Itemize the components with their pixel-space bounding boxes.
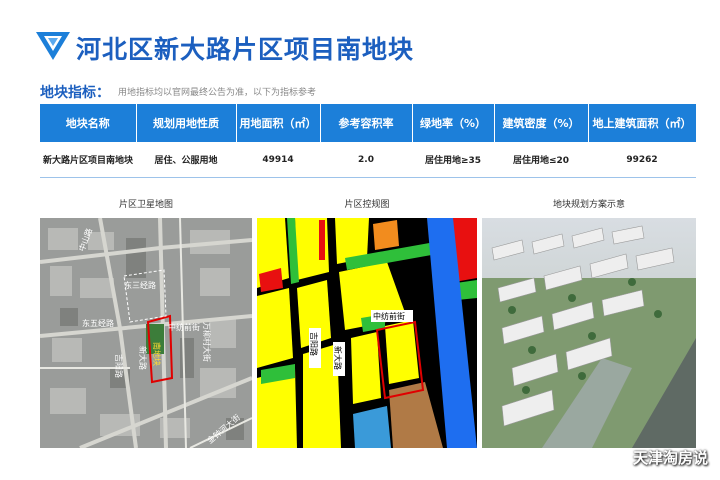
page-title: 河北区新大路片区项目南地块 [76,35,415,64]
chevron-down-icon [36,32,70,60]
watermark: 天津淘房说 [632,449,708,467]
control-plan-map: 中纺前街 吉阳路 新大路 [257,218,477,448]
page-header: 河北区新大路片区项目南地块 [36,28,696,68]
table-cell: 49914 [236,142,320,178]
table-header-cell: 建筑密度（%） [494,104,589,142]
map-label: 东三经路 [124,280,156,290]
indicator-title: 地块指标： [40,85,110,101]
map-label: 万柳村大街 [202,322,212,362]
table-cell: 居住、公服用地 [136,142,236,178]
map-label: 新大路 [138,346,148,370]
satellite-caption: 片区卫星地图 [118,200,173,210]
table-cell: 居住用地≤20 [494,142,588,178]
table-header-cell: 规划用地性质 [136,104,237,142]
indicator-section: 地块指标： 用地指标均以官网最终公告为准，以下为指标参考 [40,82,700,104]
map-label: 中纺前街 [168,322,200,332]
control-caption: 片区控规图 [344,200,390,210]
table-header-row: 地块名称 规划用地性质 用地面积（㎡） 参考容积率 绿地率（%） 建筑密度（%）… [40,104,697,142]
table-cell: 新大路片区项目南地块 [40,142,136,178]
map-label: 南地块 [152,342,162,366]
table-header-cell: 用地面积（㎡） [236,104,321,142]
rendering-image [482,218,696,448]
map-label: 中纺前街 [373,311,405,321]
table-row: 新大路片区项目南地块 居住、公服用地 49914 2.0 居住用地≥35 居住用… [40,142,696,178]
table-header-cell: 绿地率（%） [412,104,495,142]
table-cell: 2.0 [320,142,412,178]
table-header-cell: 地块名称 [40,104,137,142]
table-header-cell: 参考容积率 [320,104,413,142]
satellite-map: 中山路 东三经路 东五经路 中纺前街 万柳村大街 新大路 吉阳路 南地块 金钟河… [40,218,252,448]
rendering-caption: 地块规划方案示意 [552,200,625,210]
indicator-table: 地块名称 规划用地性质 用地面积（㎡） 参考容积率 绿地率（%） 建筑密度（%）… [40,104,697,178]
map-label: 吉阳路 [309,332,319,356]
map-label: 新大路 [333,346,343,370]
map-label: 东五经路 [82,318,114,328]
table-header-cell: 地上建筑面积（㎡） [588,104,697,142]
indicator-note: 用地指标均以官网最终公告为准，以下为指标参考 [118,88,317,98]
table-cell: 99262 [588,142,696,178]
map-label: 吉阳路 [114,354,124,378]
table-cell: 居住用地≥35 [412,142,494,178]
